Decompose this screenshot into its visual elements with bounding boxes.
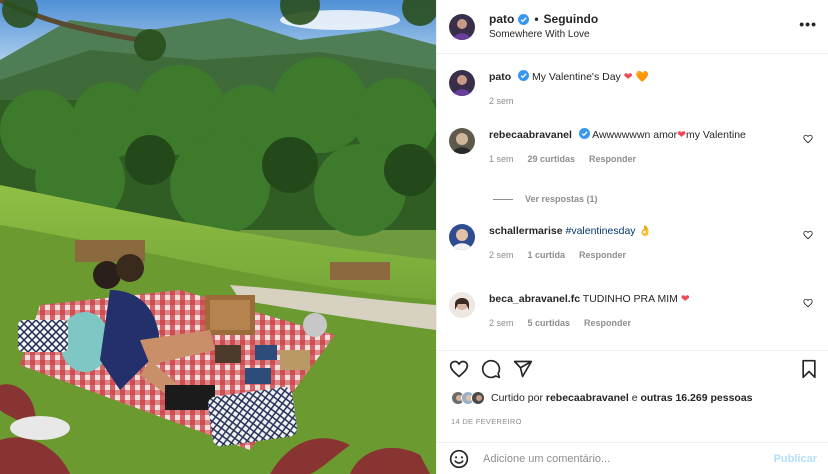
action-icons	[449, 359, 545, 379]
reply-button[interactable]: Responder	[589, 152, 636, 166]
comment-time[interactable]: 2 sem	[489, 248, 514, 262]
comments-section: pato My Valentine's Day ❤ 🧡 2 sem rebeca…	[437, 54, 828, 350]
reply-button[interactable]: Responder	[584, 316, 631, 330]
comment-likes[interactable]: 5 curtidas	[528, 316, 571, 330]
comment-row: schallermarise #valentinesday 👌 2 sem 1 …	[449, 224, 819, 262]
post-actions: Curtido por rebecaabravanel e outras 16.…	[437, 350, 828, 474]
author-username[interactable]: pato	[489, 13, 514, 25]
add-comment-bar: Publicar	[437, 442, 828, 474]
comment-text-tail: my Valentine	[685, 129, 746, 141]
liker-avatars	[451, 391, 485, 405]
ok-hand-emoji: 👌	[638, 225, 652, 237]
caption-time[interactable]: 2 sem	[489, 94, 514, 108]
red-heart-emoji: ❤	[680, 293, 690, 305]
separator-dot: •	[534, 12, 539, 26]
comment-text: Awwwwwwn amor	[592, 129, 678, 141]
comment-text: TUDINHO PRA MIM	[582, 293, 678, 305]
verified-badge-icon	[518, 70, 530, 81]
verified-badge-icon	[578, 128, 590, 139]
red-heart-emoji: ❤	[677, 129, 686, 141]
follow-status[interactable]: Seguindo	[544, 13, 599, 25]
caption-row: pato My Valentine's Day ❤ 🧡 2 sem	[449, 70, 819, 108]
share-icon[interactable]	[513, 359, 533, 379]
liked-by-middle: e	[631, 392, 638, 404]
comment-username[interactable]: beca_abravanel.fc	[489, 293, 580, 305]
like-comment-heart-icon[interactable]	[803, 134, 813, 144]
commenter-avatar[interactable]	[449, 128, 475, 154]
comment-likes[interactable]: 29 curtidas	[528, 152, 576, 166]
comment-icon[interactable]	[481, 359, 501, 379]
picnic-photo	[0, 0, 436, 474]
comment-username[interactable]: schallermarise	[489, 225, 563, 237]
comment-input[interactable]	[483, 453, 743, 465]
comment-time[interactable]: 2 sem	[489, 316, 514, 330]
more-options-icon[interactable]: •••	[799, 16, 817, 32]
divider-line	[493, 198, 513, 200]
view-replies-label: Ver respostas (1)	[525, 194, 598, 204]
caption-text: My Valentine's Day	[532, 71, 621, 83]
like-heart-icon[interactable]	[449, 359, 469, 379]
post-date[interactable]: 14 DE FEVEREIRO	[451, 417, 522, 426]
bookmark-icon[interactable]	[799, 359, 819, 379]
liked-by-prefix: Curtido por	[491, 392, 543, 404]
hashtag-link[interactable]: #valentinesday	[565, 225, 635, 237]
post-header: pato • Seguindo Somewhere With Love •••	[437, 0, 828, 54]
caption-username[interactable]: pato	[489, 71, 511, 83]
comment-username[interactable]: rebecaabravanel	[489, 129, 572, 141]
emoji-icon[interactable]	[449, 449, 469, 469]
view-replies-button[interactable]: Ver respostas (1)	[493, 194, 598, 204]
caption-avatar[interactable]	[449, 70, 475, 96]
post-photo[interactable]	[0, 0, 436, 474]
like-comment-heart-icon[interactable]	[803, 230, 813, 240]
commenter-avatar[interactable]	[449, 224, 475, 250]
reply-button[interactable]: Responder	[579, 248, 626, 262]
comment-row: rebecaabravanel Awwwwwwn amor❤my Valenti…	[449, 128, 819, 166]
comment-likes[interactable]: 1 curtida	[528, 248, 566, 262]
post-panel: pato • Seguindo Somewhere With Love ••• …	[436, 0, 828, 474]
liked-by-others[interactable]: outras 16.269 pessoas	[640, 392, 752, 404]
liker-avatar[interactable]	[471, 391, 485, 405]
orange-heart-emoji: 🧡	[635, 71, 649, 83]
red-heart-emoji: ❤	[623, 71, 633, 83]
author-avatar[interactable]	[449, 13, 475, 40]
publish-button[interactable]: Publicar	[774, 453, 817, 465]
like-comment-heart-icon[interactable]	[803, 298, 813, 308]
commenter-avatar[interactable]	[449, 292, 475, 318]
verified-badge-icon	[518, 13, 530, 25]
comment-time[interactable]: 1 sem	[489, 152, 514, 166]
post-location[interactable]: Somewhere With Love	[489, 30, 598, 40]
liked-by-user[interactable]: rebecaabravanel	[546, 392, 629, 404]
comment-row: beca_abravanel.fc TUDINHO PRA MIM ❤ 2 se…	[449, 292, 819, 330]
liked-by: Curtido por rebecaabravanel e outras 16.…	[451, 391, 753, 405]
